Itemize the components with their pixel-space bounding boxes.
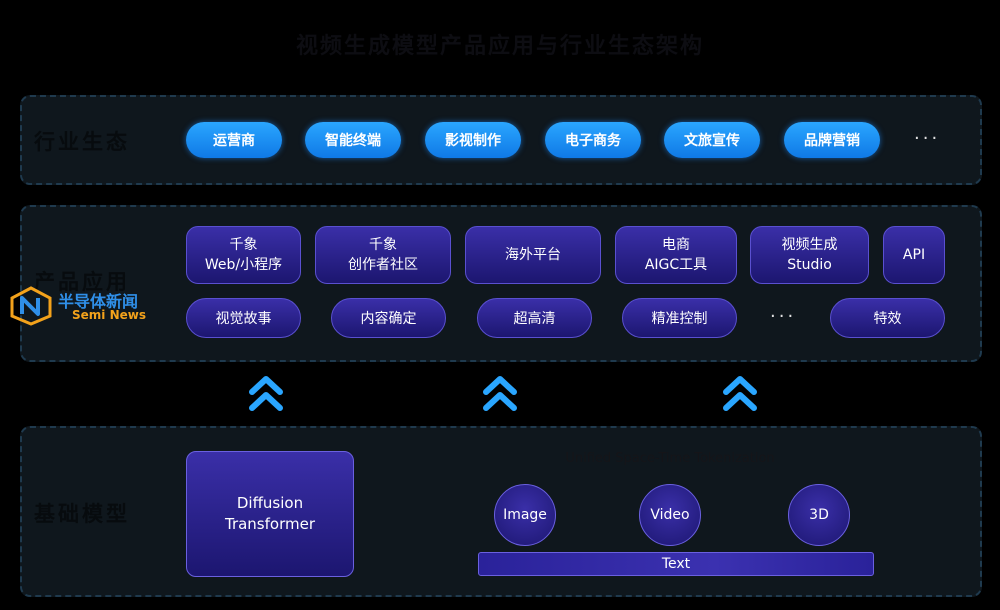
product-qianxiang-community-line1: 千象 <box>369 237 397 253</box>
semi-news-logo-icon <box>10 286 52 326</box>
up-chevron-icon <box>483 376 517 411</box>
product-video-studio-line2: Studio <box>787 257 832 273</box>
feature-visual-story[interactable]: 视觉故事 <box>186 298 301 338</box>
semi-news-logo-en: Semi News <box>72 308 146 322</box>
industry-item-culture-tourism[interactable]: 文旅宣传 <box>664 122 760 158</box>
product-overseas-platform[interactable]: 海外平台 <box>465 226 601 284</box>
semi-news-logo: 半导体新闻 Semi News <box>8 286 168 326</box>
industry-item-brand-marketing[interactable]: 品牌营销 <box>784 122 880 158</box>
product-qianxiang-web-line1: 千象 <box>229 237 258 253</box>
feature-ultra-hd[interactable]: 超高清 <box>477 298 592 338</box>
feature-special-effects[interactable]: 特效 <box>830 298 945 338</box>
industry-item-ecommerce[interactable]: 电子商务 <box>545 122 641 158</box>
product-ecommerce-aigc[interactable]: 电商 AIGC工具 <box>615 226 737 284</box>
diffusion-line2: Transformer <box>224 515 315 533</box>
product-video-studio-line1: 视频生成 <box>781 237 838 253</box>
modality-text-bar[interactable]: Text <box>478 552 874 576</box>
up-chevron-icon <box>249 376 283 411</box>
product-api[interactable]: API <box>883 226 945 284</box>
foundation-layer-label: 基础模型 <box>34 502 130 526</box>
product-ecommerce-aigc-line2: AIGC工具 <box>644 257 708 273</box>
modality-3d[interactable]: 3D <box>788 484 850 546</box>
feature-content-consistency[interactable]: 内容确定 <box>331 298 446 338</box>
up-chevron-icon <box>723 376 757 411</box>
feature-precise-control[interactable]: 精准控制 <box>622 298 737 338</box>
product-qianxiang-community[interactable]: 千象 创作者社区 <box>315 226 451 284</box>
product-ecommerce-aigc-line1: 电商 <box>662 237 690 253</box>
product-qianxiang-web-line2: Web/小程序 <box>204 257 283 273</box>
modality-image[interactable]: Image <box>494 484 556 546</box>
industry-item-smart-terminal[interactable]: 智能终端 <box>305 122 401 158</box>
modality-video[interactable]: Video <box>639 484 701 546</box>
industry-item-operator[interactable]: 运营商 <box>186 122 282 158</box>
product-qianxiang-web[interactable]: 千象 Web/小程序 <box>186 226 301 284</box>
tokenization-label: Unified Space-Time Tokenization <box>565 451 775 466</box>
product-api-line1: API <box>902 247 926 263</box>
diffusion-transformer-box[interactable]: Diffusion Transformer <box>186 451 354 577</box>
product-ellipsis: ··· <box>770 306 797 327</box>
product-video-studio[interactable]: 视频生成 Studio <box>750 226 869 284</box>
industry-layer-label: 行业生态 <box>34 130 130 154</box>
page-title: 视频生成模型产品应用与行业生态架构 <box>295 34 704 59</box>
product-qianxiang-community-line2: 创作者社区 <box>348 257 418 273</box>
diffusion-line1: Diffusion <box>236 494 304 512</box>
industry-item-film-production[interactable]: 影视制作 <box>425 122 521 158</box>
industry-ellipsis: ··· <box>914 128 941 149</box>
product-overseas-platform-line1: 海外平台 <box>505 247 561 263</box>
